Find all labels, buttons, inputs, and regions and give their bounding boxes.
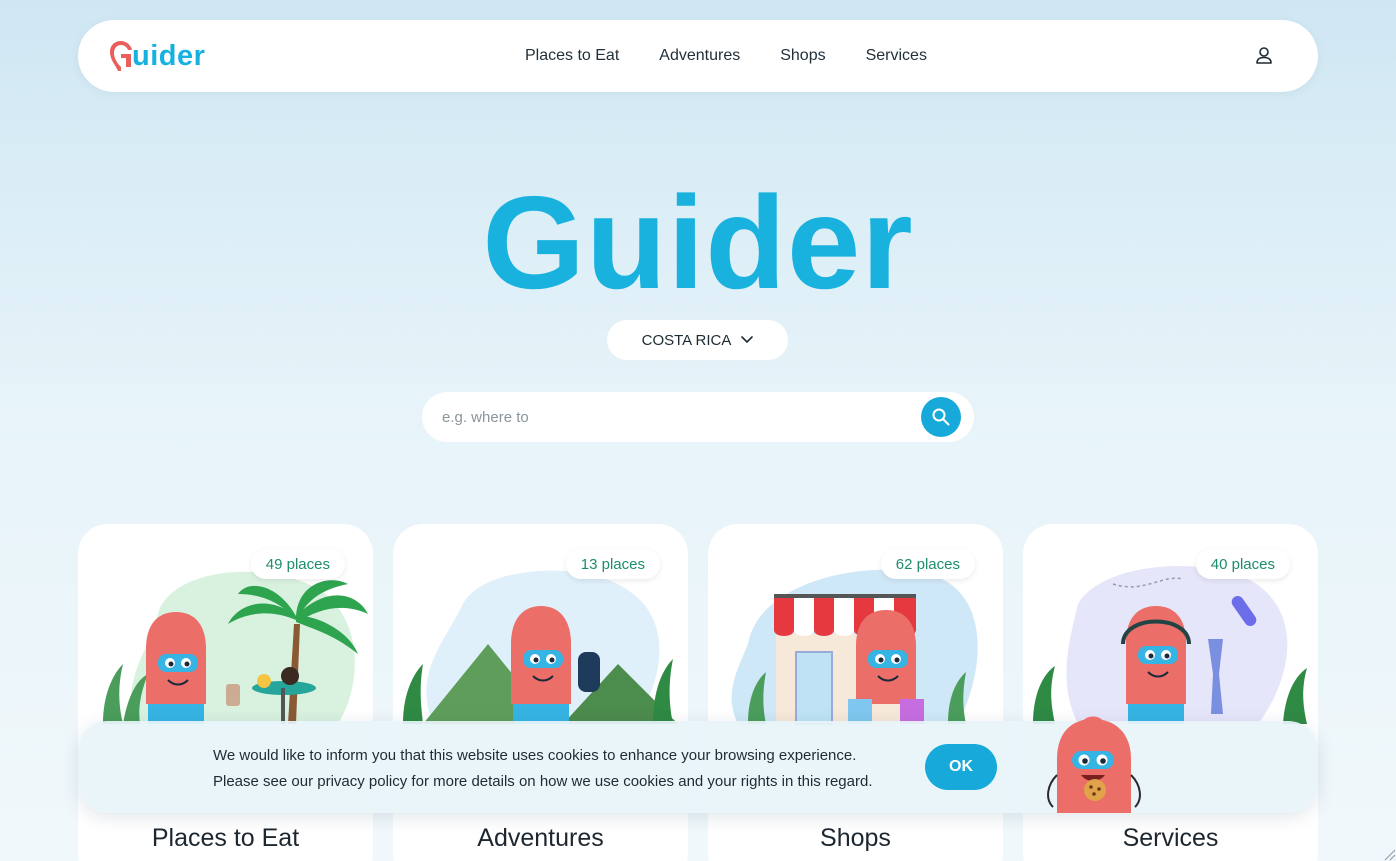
shops-label: Shops [820,824,891,852]
services-label: Services [1122,824,1219,852]
nav-shops[interactable]: Shops [780,47,825,65]
search-button[interactable] [921,397,961,437]
mascot-cookie-illustration [1047,716,1141,813]
search-icon [932,408,950,426]
search-input[interactable] [442,392,922,442]
resize-grip-icon[interactable] [1382,847,1396,861]
places-count-badge: 49 places [250,549,345,579]
places-to-eat-illustration [103,571,368,724]
nav-adventures[interactable]: Adventures [659,47,740,65]
cookie-ok-button[interactable]: OK [925,744,997,790]
cookie-message: We would like to inform you that this we… [213,743,873,795]
logo-text: uider [132,39,206,72]
adventures-label: Adventures [477,824,604,852]
nav-places-to-eat[interactable]: Places to Eat [525,47,619,65]
adventures-count-badge: 13 places [565,549,660,579]
brand-logo[interactable]: uider [108,36,205,76]
nav-links: Places to Eat Adventures Shops Services [525,20,927,92]
shops-illustration [731,569,978,725]
shops-count-badge: 62 places [880,549,975,579]
logo-pin-icon [110,41,132,71]
country-label: COSTA RICA [641,331,732,349]
user-icon[interactable] [1254,46,1274,66]
chevron-down-icon [741,336,754,344]
adventures-illustration [403,570,678,724]
cookie-message-line-1: We would like to inform you that this we… [213,747,857,764]
search-bar [422,392,974,442]
cookie-message-line-2: Please see our privacy policy for more d… [213,773,873,790]
nav-services[interactable]: Services [866,47,927,65]
country-selector[interactable]: COSTA RICA [607,320,788,360]
hero-title: Guider [482,169,914,316]
services-count-badge: 40 places [1195,549,1290,579]
places-to-eat-label: Places to Eat [151,824,300,852]
cookie-banner: We would like to inform you that this we… [78,716,1318,813]
top-navbar: uider Places to Eat Adventures Shops Ser… [78,20,1318,92]
